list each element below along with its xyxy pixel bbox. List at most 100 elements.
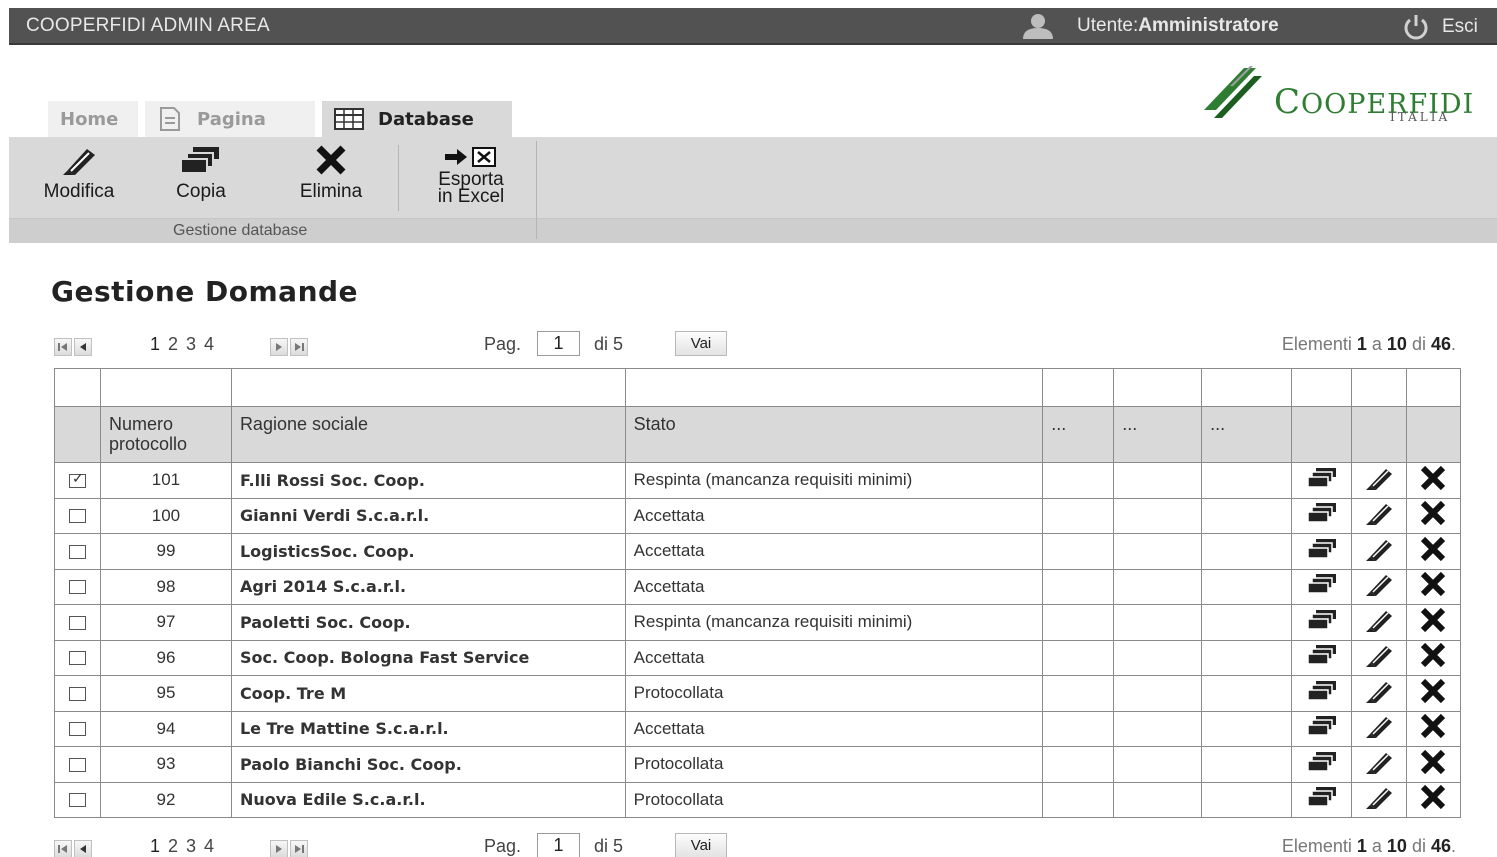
- delete-row-button[interactable]: [1405, 675, 1462, 712]
- page-link[interactable]: 4: [204, 334, 214, 355]
- header-extra[interactable]: ...: [1201, 406, 1293, 463]
- delete-row-button[interactable]: [1405, 710, 1462, 747]
- delete-row-button[interactable]: [1405, 497, 1462, 534]
- edit-row-button[interactable]: [1351, 746, 1407, 783]
- edit-row-button[interactable]: [1351, 781, 1407, 818]
- copy-row-button[interactable]: [1291, 675, 1352, 712]
- page-link[interactable]: 1: [150, 334, 160, 355]
- delete-row-button[interactable]: [1405, 639, 1462, 676]
- table-row[interactable]: 92 Nuova Edile S.c.a.r.l. Protocollata: [54, 781, 1462, 818]
- go-button[interactable]: Vai: [675, 833, 727, 857]
- next-page-button[interactable]: [270, 338, 288, 356]
- delete-row-button[interactable]: [1405, 781, 1462, 818]
- copy-row-button[interactable]: [1291, 604, 1352, 641]
- page-link[interactable]: 2: [168, 836, 178, 857]
- row-checkbox[interactable]: [68, 793, 86, 808]
- header-extra[interactable]: ...: [1042, 406, 1115, 463]
- first-page-icon: [58, 845, 67, 853]
- delete-row-button[interactable]: [1405, 746, 1462, 783]
- prev-page-button[interactable]: [74, 840, 92, 857]
- edit-row-button[interactable]: [1351, 533, 1407, 570]
- copy-row-button[interactable]: [1291, 462, 1352, 499]
- edit-row-button[interactable]: [1351, 604, 1407, 641]
- table-row[interactable]: 97 Paoletti Soc. Coop. Respinta (mancanza …: [54, 604, 1462, 641]
- delete-row-button[interactable]: [1405, 568, 1462, 605]
- cooperfidi-logo: COOPERFIDI ITALIA: [1200, 62, 1485, 126]
- edit-row-button[interactable]: [1351, 462, 1407, 499]
- table-row[interactable]: 96 Soc. Coop. Bologna Fast Service Accetta…: [54, 639, 1462, 676]
- last-page-button[interactable]: [290, 840, 308, 857]
- table-row[interactable]: 95 Coop. Tre M Protocollata: [54, 675, 1462, 712]
- table-row[interactable]: 93 Paolo Bianchi Soc. Coop. Protocollata: [54, 746, 1462, 783]
- last-page-button[interactable]: [290, 338, 308, 356]
- header-extra[interactable]: ...: [1113, 406, 1203, 463]
- table-row[interactable]: 94 Le Tre Mattine S.c.a.r.l. Accettata: [54, 710, 1462, 747]
- tab-home[interactable]: Home: [48, 101, 138, 137]
- copy-row-button[interactable]: [1291, 639, 1352, 676]
- edit-row-button[interactable]: [1351, 675, 1407, 712]
- page-link[interactable]: 3: [186, 334, 196, 355]
- copia-button[interactable]: Copia: [159, 145, 243, 203]
- cell-extra: [1042, 746, 1115, 783]
- page-link[interactable]: 4: [204, 836, 214, 857]
- cell-ragione: Coop. Tre M: [230, 675, 626, 712]
- row-checkbox[interactable]: [68, 757, 86, 772]
- elimina-button[interactable]: Elimina: [281, 145, 381, 203]
- header-ragione[interactable]: Ragione sociale: [230, 406, 626, 463]
- copy-row-button[interactable]: [1291, 497, 1352, 534]
- page-icon: [160, 107, 180, 131]
- ribbon-group-separator: [536, 141, 537, 239]
- page-number-input[interactable]: [537, 833, 580, 857]
- tab-pagina[interactable]: Pagina: [145, 101, 315, 137]
- copy-row-button[interactable]: [1291, 710, 1352, 747]
- header-stato[interactable]: Stato: [624, 406, 1044, 463]
- header-numero[interactable]: Numero protocollo: [99, 406, 232, 463]
- cell-extra: [1113, 497, 1203, 534]
- row-checkbox[interactable]: [68, 615, 86, 630]
- row-checkbox[interactable]: [68, 509, 86, 524]
- copy-row-button[interactable]: [1291, 746, 1352, 783]
- delete-row-button[interactable]: [1405, 604, 1462, 641]
- page-link[interactable]: 3: [186, 836, 196, 857]
- delete-row-button[interactable]: [1405, 462, 1462, 499]
- go-button[interactable]: Vai: [675, 331, 727, 356]
- cell-numero: 98: [99, 568, 232, 605]
- delete-icon: [1421, 536, 1446, 561]
- logout-button[interactable]: Esci: [1402, 13, 1478, 41]
- row-checkbox[interactable]: [68, 651, 86, 666]
- table-row[interactable]: 100 Gianni Verdi S.c.a.r.l. Accettata: [54, 497, 1462, 534]
- tab-database[interactable]: Database: [322, 101, 512, 137]
- page-link[interactable]: 2: [168, 334, 178, 355]
- first-page-button[interactable]: [54, 338, 72, 356]
- page-link[interactable]: 1: [150, 836, 160, 857]
- table-row[interactable]: 101F.lli Rossi Soc. Coop.Respinta (manca…: [54, 462, 1462, 499]
- cell-extra: [1201, 462, 1293, 499]
- edit-row-button[interactable]: [1351, 639, 1407, 676]
- edit-icon: [1365, 610, 1392, 632]
- edit-icon: [1365, 575, 1392, 597]
- copy-row-button[interactable]: [1291, 568, 1352, 605]
- row-checkbox[interactable]: [68, 686, 86, 701]
- row-checkbox[interactable]: [68, 470, 86, 488]
- next-page-button[interactable]: [270, 840, 288, 857]
- table-row[interactable]: 99 LogisticsSoc. Coop. Accettata: [54, 533, 1462, 570]
- cell-extra: [1201, 568, 1293, 605]
- modifica-button[interactable]: Modifica: [31, 145, 127, 203]
- edit-row-button[interactable]: [1351, 497, 1407, 534]
- first-page-button[interactable]: [54, 840, 72, 857]
- cell-stato: Protocollata: [624, 781, 1044, 818]
- row-checkbox[interactable]: [68, 722, 86, 737]
- prev-page-button[interactable]: [74, 338, 92, 356]
- page-number-input[interactable]: [537, 331, 580, 356]
- row-checkbox[interactable]: [68, 580, 86, 595]
- cell-extra: [1113, 746, 1203, 783]
- copy-row-button[interactable]: [1291, 533, 1352, 570]
- row-checkbox[interactable]: [68, 544, 86, 559]
- esporta-excel-button[interactable]: Esporta in Excel: [421, 145, 521, 206]
- cell-extra: [1042, 462, 1115, 499]
- copy-row-button[interactable]: [1291, 781, 1352, 818]
- table-row[interactable]: 98 Agri 2014 S.c.a.r.l. Accettata: [54, 568, 1462, 605]
- edit-row-button[interactable]: [1351, 568, 1407, 605]
- delete-row-button[interactable]: [1405, 533, 1462, 570]
- edit-row-button[interactable]: [1351, 710, 1407, 747]
